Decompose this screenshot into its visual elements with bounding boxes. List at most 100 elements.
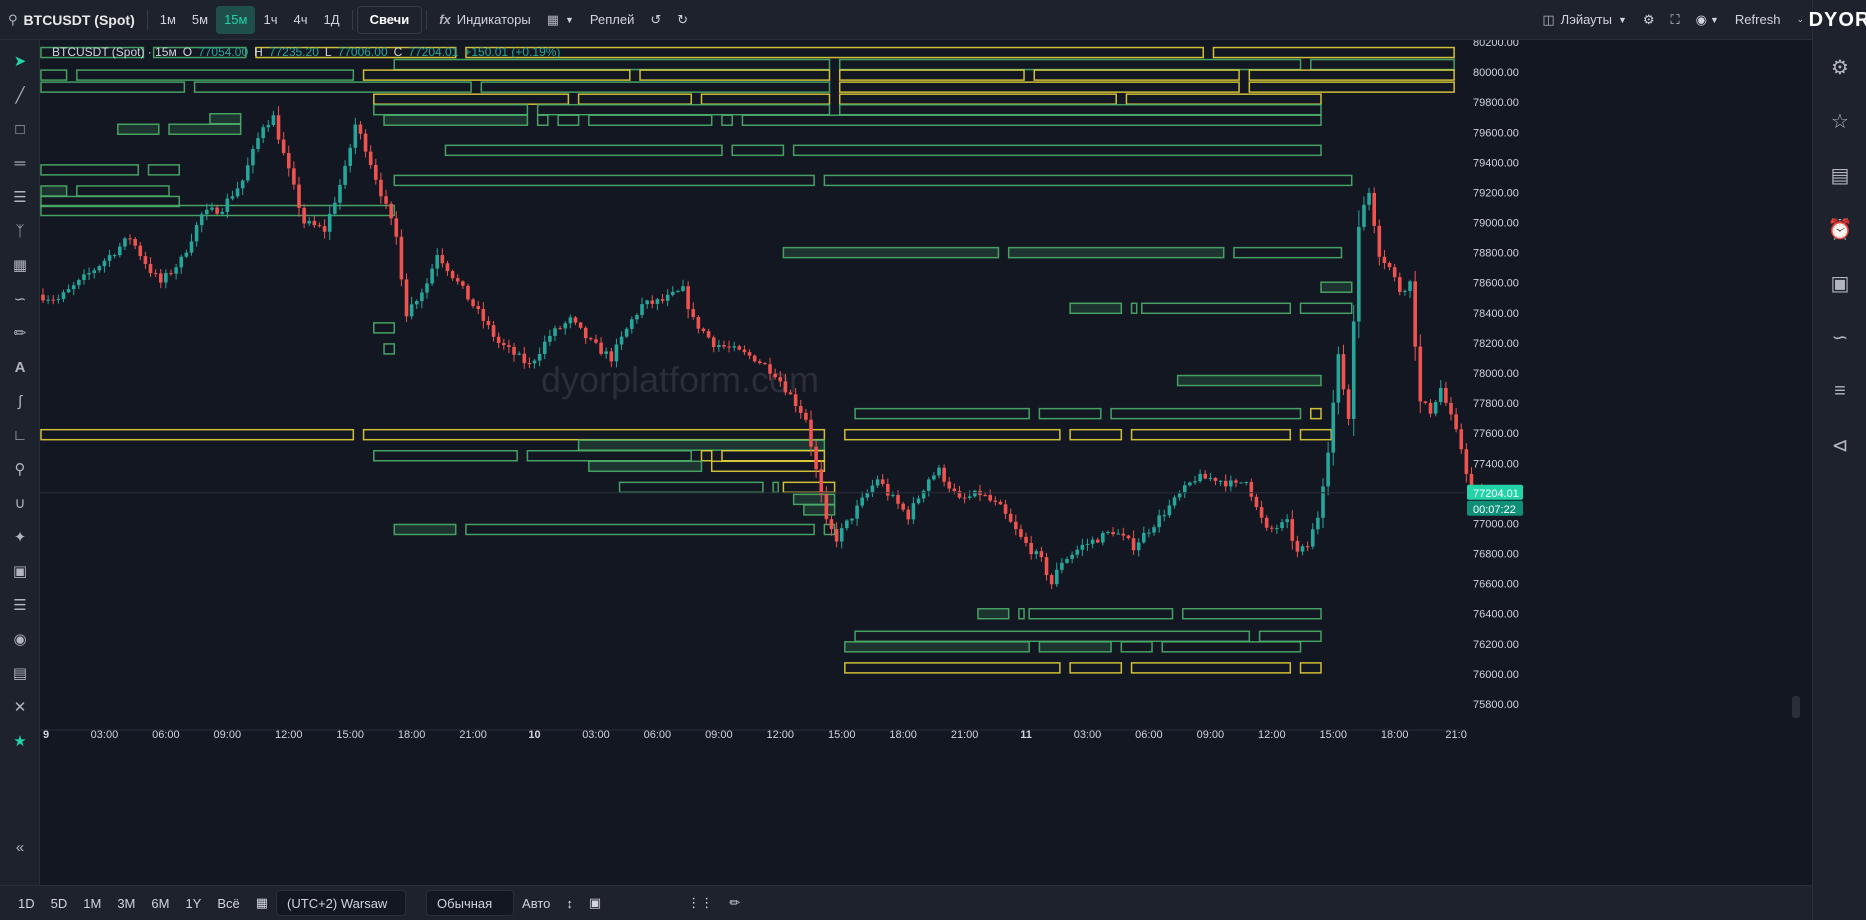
range-5d[interactable]: 5D [43, 890, 76, 916]
symbol-search[interactable]: ⚲ BTCUSDT (Spot) [0, 6, 143, 34]
replay-button[interactable]: Реплей [582, 6, 642, 34]
range-1d[interactable]: 1D [10, 890, 43, 916]
candle-body [379, 179, 383, 197]
candle-body [773, 373, 777, 378]
panel-grip-button[interactable]: ⋮⋮ [679, 890, 721, 916]
collapse-toolbar-button[interactable]: « [0, 830, 40, 864]
chart-pattern-tool[interactable]: ∽ [0, 282, 40, 316]
brush-tool[interactable]: ✏ [0, 316, 40, 350]
ruler-icon: ∟ [12, 426, 28, 444]
cursor-tool[interactable]: ➤ [0, 44, 40, 78]
settings-panel-button[interactable]: ⚙ [1813, 40, 1866, 94]
liquidity-zone [209, 112, 242, 125]
liquidity-zone [383, 114, 529, 126]
measure-tool[interactable]: ∟ [0, 418, 40, 452]
candle-body [650, 300, 655, 304]
candle-body [461, 281, 465, 286]
candle-body [875, 479, 880, 486]
screenshot-button[interactable]: ◉ ▼ [1688, 6, 1727, 34]
timezone-select[interactable]: (UTC+2) Warsaw [276, 890, 407, 916]
calendar-icon: ▦ [255, 895, 269, 910]
interval-1h[interactable]: 1ч [255, 6, 285, 34]
candle-body [1111, 531, 1115, 535]
candlestick-chart[interactable]: dyorplatform.com 80200.00 80000.00 79800.00… [40, 40, 1812, 885]
candle-body [609, 351, 614, 362]
scale-lock-button[interactable]: ▣ [581, 890, 609, 916]
watchlist-button[interactable]: ☆ [1813, 94, 1866, 148]
redo-button[interactable]: ↻ [669, 6, 696, 34]
interval-1m[interactable]: 1м [152, 6, 184, 34]
candle-body [41, 294, 45, 301]
grid-tool[interactable]: ▦ [0, 248, 40, 282]
lock-tool[interactable]: ▣ [0, 554, 40, 588]
candle-body [1193, 481, 1197, 483]
time-tick-label: 18:00 [889, 729, 917, 741]
share-button[interactable]: ⊲ [1813, 418, 1866, 472]
scale-mode-select[interactable]: Обычная [426, 890, 515, 916]
close-tool[interactable]: ✕ [0, 690, 40, 724]
pin-tool[interactable]: ✦ [0, 520, 40, 554]
trend-line-tool[interactable]: ╱ [0, 78, 40, 112]
candle-body [676, 290, 680, 292]
range-3m[interactable]: 3M [109, 890, 143, 916]
path-tool[interactable]: ∫ [0, 384, 40, 418]
price-tick-label: 79800.00 [1473, 97, 1519, 109]
pitchfork-tool[interactable]: ᛉ [0, 214, 40, 248]
templates-button[interactable]: ▦ ▼ [539, 6, 582, 34]
candle-body [563, 323, 568, 329]
candle-body [1346, 389, 1351, 419]
undo-button[interactable]: ↺ [642, 6, 669, 34]
interval-4h[interactable]: 4ч [286, 6, 316, 34]
scale-height-button[interactable]: ↕ [558, 890, 581, 916]
gear-icon: ⚙ [1831, 56, 1849, 79]
refresh-button[interactable]: Refresh [1727, 6, 1789, 34]
orderbook-button[interactable]: ≡ [1813, 364, 1866, 418]
candle-body [1423, 401, 1428, 403]
interval-15m[interactable]: 15м [216, 5, 256, 34]
candle-body [993, 500, 998, 502]
candle-body [1075, 549, 1080, 555]
settings-button[interactable]: ⚙ [1635, 6, 1663, 34]
auto-scale-button[interactable]: Авто [514, 890, 558, 916]
text-tool[interactable]: A [0, 350, 40, 384]
range-6m[interactable]: 6M [143, 890, 177, 916]
indicators-button[interactable]: fx Индикаторы [431, 6, 538, 34]
visibility-tool[interactable]: ◉ [0, 622, 40, 656]
layers-tool[interactable]: ☰ [0, 180, 40, 214]
candle-body [1285, 519, 1289, 523]
rectangle-tool[interactable]: □ [0, 112, 40, 146]
price-tick-label: 76000.00 [1473, 669, 1519, 681]
fullscreen-button[interactable]: ⛶ [1663, 6, 1688, 34]
range-1m[interactable]: 1M [75, 890, 109, 916]
candle-body [809, 419, 813, 447]
notes-button[interactable]: ▤ [1813, 148, 1866, 202]
zoom-tool[interactable]: ⚲ [0, 452, 40, 486]
liquidity-zone [168, 123, 242, 136]
chart-pane[interactable]: dyorplatform.com 80200.00 80000.00 79800.00… [40, 40, 1812, 885]
interval-1d[interactable]: 1Д [316, 6, 348, 34]
candle-body [665, 294, 670, 301]
drawing-mode-button[interactable]: ✏ [721, 890, 748, 916]
candle-body [164, 273, 168, 283]
range-1y[interactable]: 1Y [177, 890, 209, 916]
object-tree-tool[interactable]: ☰ [0, 588, 40, 622]
go-to-date-button[interactable]: ▦ [248, 890, 276, 916]
delete-tool[interactable]: ▤ [0, 656, 40, 690]
candle-body [942, 467, 946, 482]
horizontal-line-tool[interactable]: ═ [0, 146, 40, 180]
layouts-button[interactable]: ◫ Лэйауты ▼ [1534, 6, 1635, 34]
chart-type-button[interactable]: Свечи [356, 5, 423, 34]
interval-5m[interactable]: 5м [184, 6, 216, 34]
alerts-button[interactable]: ⏰ [1813, 202, 1866, 256]
candle-body [179, 256, 184, 268]
liquidity-zone [1176, 374, 1322, 387]
analytics-button[interactable]: ∽ [1813, 310, 1866, 364]
magnet-tool[interactable]: ∪ [0, 486, 40, 520]
favorites-tool[interactable]: ★ [0, 724, 40, 758]
candle-body [732, 346, 736, 348]
range-all[interactable]: Всё [209, 890, 247, 916]
candle-body [343, 165, 347, 185]
liquidity-zone [588, 460, 703, 473]
wallet-button[interactable]: ▣ [1813, 256, 1866, 310]
candle-body [901, 503, 905, 510]
